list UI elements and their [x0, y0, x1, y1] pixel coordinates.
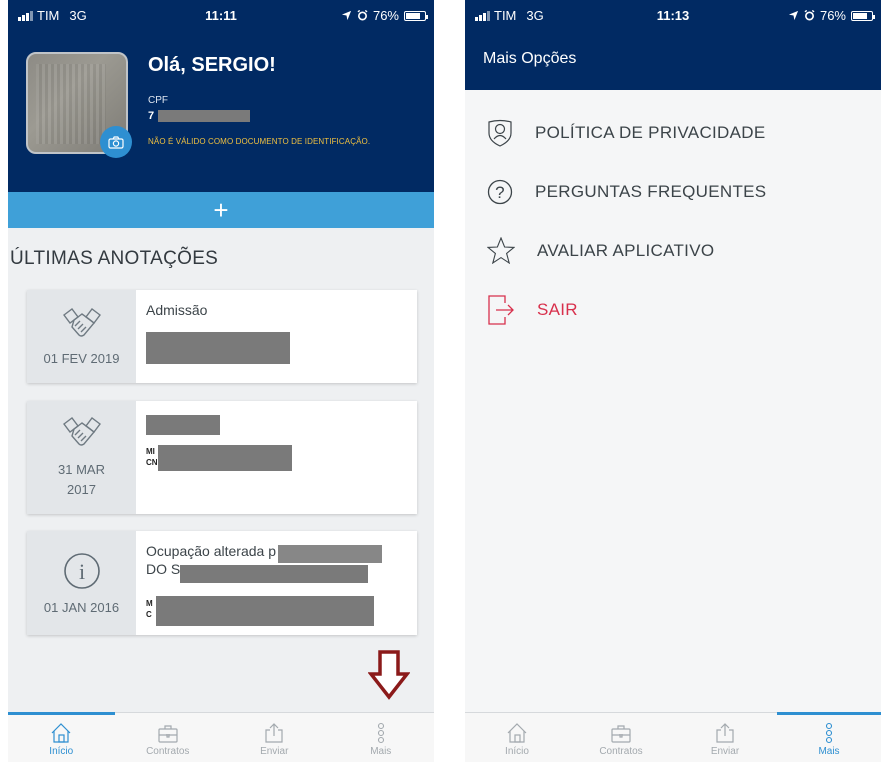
star-icon	[487, 237, 515, 264]
id-disclaimer: NÃO É VÁLIDO COMO DOCUMENTO DE IDENTIFIC…	[148, 137, 371, 146]
tab-label: Início	[49, 746, 74, 757]
redacted-block	[146, 332, 290, 364]
alarm-icon	[357, 10, 368, 21]
share-icon	[265, 723, 283, 743]
menu-item-label: SAIR	[537, 299, 578, 319]
question-icon: ?	[487, 179, 513, 204]
location-icon	[788, 10, 799, 21]
tab-bar: Início Contratos Enviar Mais	[465, 712, 881, 762]
menu-item-privacy[interactable]: POLÍTICA DE PRIVACIDADE	[465, 103, 881, 162]
annotation-date: 31 MAR 2017	[58, 462, 105, 497]
privacy-shield-icon	[488, 119, 512, 147]
battery-percent: 76%	[372, 8, 399, 23]
page-title: Mais Opções	[483, 50, 577, 67]
camera-icon	[108, 135, 124, 149]
nav-bar: Mais Opções	[465, 30, 881, 90]
info-icon: i	[63, 552, 100, 589]
redacted-block	[156, 596, 374, 626]
cpf-label: CPF	[148, 95, 168, 106]
svg-text:i: i	[78, 559, 84, 584]
battery-icon	[404, 10, 428, 21]
tab-inicio[interactable]: Início	[8, 712, 115, 762]
tab-label: Mais	[818, 746, 840, 757]
annotation-content: Ocupação alterada p DO S M C	[136, 531, 417, 635]
handshake-icon	[62, 308, 101, 337]
tab-enviar[interactable]: Enviar	[221, 713, 328, 762]
down-arrow-annotation	[368, 650, 410, 700]
tab-enviar[interactable]: Enviar	[673, 713, 777, 762]
redacted-block	[278, 545, 382, 563]
annotation-date-panel: 31 MAR 2017	[27, 401, 136, 514]
more-options-screen: TIM 3G 11:13 76% Mais Opções POLÍTICA DE…	[465, 0, 881, 762]
annotation-line: M	[146, 599, 153, 608]
handshake-icon	[62, 417, 101, 446]
location-icon	[341, 10, 352, 21]
section-title: ÚLTIMAS ANOTAÇÕES	[10, 248, 219, 269]
logout-icon	[488, 294, 514, 325]
menu-item-logout[interactable]: SAIR	[465, 280, 881, 339]
cpf-prefix: 7	[148, 110, 155, 122]
tab-inicio[interactable]: Início	[465, 713, 569, 762]
annotation-date-panel: i 01 JAN 2016	[27, 531, 136, 635]
annotation-card[interactable]: 31 MAR 2017 MI CN	[27, 401, 417, 514]
home-icon	[507, 723, 527, 743]
menu-item-faq[interactable]: ? PERGUNTAS FREQUENTES	[465, 162, 881, 221]
battery-icon	[851, 10, 875, 21]
tab-mais[interactable]: Mais	[777, 712, 881, 762]
battery-percent: 76%	[819, 8, 846, 23]
annotation-card[interactable]: 01 FEV 2019 Admissão	[27, 290, 417, 383]
annotation-content: MI CN	[136, 401, 417, 514]
tab-contratos[interactable]: Contratos	[115, 713, 222, 762]
annotation-content: Admissão	[136, 290, 417, 383]
annotation-line: MI	[146, 447, 155, 456]
tab-bar: Início Contratos Enviar Mais	[8, 712, 434, 762]
redacted-block	[158, 445, 292, 471]
status-bar: TIM 3G 11:11 76%	[8, 0, 434, 30]
tab-label: Enviar	[710, 746, 740, 757]
briefcase-icon	[611, 725, 631, 743]
annotation-line: C	[146, 610, 152, 619]
profile-header: Olá, SERGIO! CPF 7 NÃO É VÁLIDO COMO DOC…	[8, 30, 434, 192]
more-icon	[825, 722, 833, 744]
annotation-date-panel: 01 FEV 2019	[27, 290, 136, 383]
tab-label: Enviar	[260, 746, 289, 757]
annotation-line: CN	[146, 458, 158, 467]
svg-text:?: ?	[495, 183, 505, 202]
tab-mais[interactable]: Mais	[328, 713, 435, 762]
alarm-icon	[804, 10, 815, 21]
home-screen: TIM 3G 11:11 76% Olá, SERGIO! CPF 7 NÃO …	[8, 0, 434, 762]
redacted-block	[180, 565, 368, 583]
menu-item-label: POLÍTICA DE PRIVACIDADE	[535, 122, 766, 142]
greeting: Olá, SERGIO!	[148, 54, 276, 76]
status-bar: TIM 3G 11:13 76%	[465, 0, 881, 30]
cpf-redacted	[158, 110, 251, 122]
options-menu: POLÍTICA DE PRIVACIDADE ? PERGUNTAS FREQ…	[465, 90, 881, 339]
annotation-title-text: Ocupação alterada p	[146, 543, 276, 559]
more-icon	[377, 722, 384, 744]
tab-label: Mais	[370, 746, 392, 757]
plus-icon: +	[213, 195, 229, 225]
menu-item-label: AVALIAR APLICATIVO	[537, 240, 715, 260]
cpf-value: 7	[148, 110, 251, 122]
menu-item-label: PERGUNTAS FREQUENTES	[535, 181, 767, 201]
home-icon	[51, 723, 71, 743]
annotation-title: Admissão	[146, 302, 208, 318]
share-icon	[716, 723, 734, 743]
redacted-block	[146, 415, 220, 435]
annotation-date: 01 JAN 2016	[43, 599, 120, 615]
camera-button[interactable]	[100, 126, 132, 158]
tab-label: Início	[505, 746, 529, 757]
tab-label: Contratos	[599, 746, 643, 757]
briefcase-icon	[158, 725, 178, 743]
tab-contratos[interactable]: Contratos	[569, 713, 673, 762]
add-annotation-button[interactable]: +	[8, 192, 434, 228]
tab-label: Contratos	[146, 746, 190, 757]
annotation-card[interactable]: i 01 JAN 2016 Ocupação alterada p DO S M…	[27, 531, 417, 635]
menu-item-rate-app[interactable]: AVALIAR APLICATIVO	[465, 221, 881, 280]
annotation-date: 01 FEV 2019	[43, 351, 120, 366]
